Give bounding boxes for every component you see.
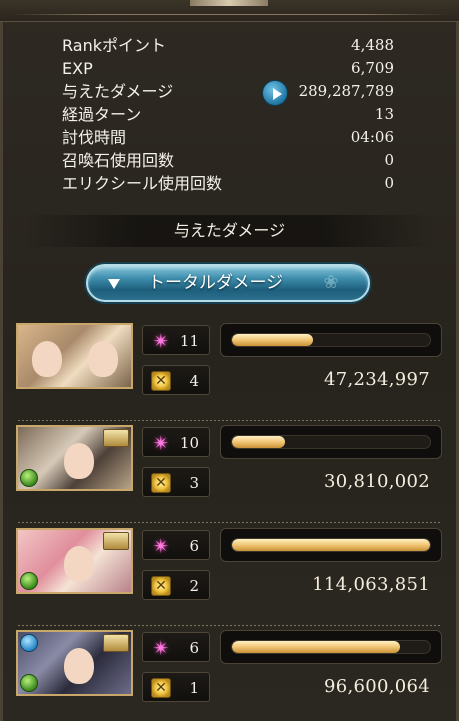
damage-bar-track [231, 538, 431, 552]
section-title: 与えたダメージ [0, 215, 459, 247]
ornament-line [10, 14, 449, 15]
damage-bar-fill [232, 436, 286, 448]
character-portrait[interactable] [16, 630, 133, 696]
stat-value: 6,709 [351, 59, 394, 77]
damage-bar-box [220, 528, 442, 562]
stat-row-summon: 召喚石使用回数 0 [62, 149, 394, 172]
character-portrait[interactable] [16, 528, 133, 594]
ougi-count-badge: ✕ 3 [142, 467, 210, 497]
ssr-badge-icon [103, 429, 129, 447]
sparkle-icon: ✴ [152, 636, 170, 660]
ougi-count: 1 [189, 679, 199, 697]
row-divider [18, 625, 440, 626]
row-divider [18, 420, 440, 421]
sparkle-icon: ✴ [152, 534, 170, 558]
stat-row-damage: 与えたダメージ 289,287,789 [62, 80, 394, 106]
stat-value: 4,488 [351, 36, 394, 54]
damage-bar-track [231, 640, 431, 654]
stat-row-elixir: エリクシール使用回数 0 [62, 172, 394, 195]
sparkle-count: 10 [179, 434, 199, 452]
ougi-icon: ✕ [151, 576, 171, 596]
portrait-face [64, 443, 94, 479]
stat-row-exp: EXP 6,709 [62, 57, 394, 80]
damage-bar-box [220, 630, 442, 664]
sparkle-count: 6 [189, 537, 199, 555]
ssr-badge-icon [103, 532, 129, 550]
damage-value: 114,063,851 [312, 574, 430, 595]
dropdown-triangle-icon [108, 279, 120, 289]
stat-label: Rankポイント [62, 36, 166, 55]
stat-row-turns: 経過ターン 13 [62, 103, 394, 126]
damage-value: 96,600,064 [323, 676, 430, 697]
ougi-count: 3 [189, 474, 199, 492]
top-ornament [0, 0, 459, 22]
damage-bar-track [231, 333, 431, 347]
member-row: ✴ 11 ✕ 4 47,234,997 [16, 323, 444, 421]
portrait-face [64, 546, 94, 582]
stat-label: 経過ターン [62, 105, 142, 124]
stat-row-rank: Rankポイント 4,488 [62, 34, 394, 57]
stat-label: EXP [62, 59, 93, 78]
ougi-icon: ✕ [151, 473, 171, 493]
damage-bar-fill [232, 334, 314, 346]
stat-value: 13 [374, 105, 394, 123]
stat-value: 0 [384, 151, 394, 169]
ougi-icon: ✕ [151, 371, 171, 391]
ougi-icon: ✕ [151, 678, 171, 698]
stat-value: 04:06 [350, 128, 394, 146]
stat-label: エリクシール使用回数 [62, 174, 223, 193]
ougi-count: 2 [189, 577, 199, 595]
member-row: ✴ 10 ✕ 3 30,810,002 [16, 425, 444, 523]
ring-icon [20, 634, 38, 652]
sparkle-icon: ✴ [152, 329, 170, 353]
stats-list: Rankポイント 4,488 EXP 6,709 与えたダメージ 289,287… [62, 34, 394, 195]
stat-value: 0 [384, 174, 394, 192]
damage-bar-box [220, 323, 442, 357]
portrait-face [88, 341, 118, 377]
sparkle-count-badge: ✴ 11 [142, 325, 210, 355]
ougi-count-badge: ✕ 2 [142, 570, 210, 600]
stat-value: 289,287,789 [298, 82, 394, 100]
total-damage-button[interactable]: トータルダメージ ❀ [86, 264, 370, 302]
damage-bar-track [231, 435, 431, 449]
sparkle-count: 6 [189, 639, 199, 657]
ougi-count: 4 [189, 372, 199, 390]
stat-label: 討伐時間 [62, 128, 127, 147]
ssr-badge-icon [103, 634, 129, 652]
character-portrait[interactable] [16, 425, 133, 491]
portrait-face [64, 648, 94, 684]
stat-label: 与えたダメージ [62, 82, 174, 101]
ougi-count-badge: ✕ 4 [142, 365, 210, 395]
sparkle-count: 11 [179, 332, 199, 350]
portrait-face [32, 341, 62, 377]
wind-element-icon [20, 469, 38, 487]
ougi-count-badge: ✕ 1 [142, 672, 210, 702]
sparkle-icon: ✴ [152, 431, 170, 455]
member-row: ✴ 6 ✕ 1 96,600,064 [16, 630, 444, 714]
sparkle-count-badge: ✴ 6 [142, 632, 210, 662]
character-portrait[interactable] [16, 323, 133, 389]
sparkle-count-badge: ✴ 6 [142, 530, 210, 560]
stat-row-time: 討伐時間 04:06 [62, 126, 394, 149]
damage-bar-fill [232, 539, 430, 551]
damage-bar-box [220, 425, 442, 459]
sparkle-count-badge: ✴ 10 [142, 427, 210, 457]
decoration-icon: ❀ [323, 272, 339, 293]
wind-element-icon [20, 572, 38, 590]
wind-element-icon [20, 674, 38, 692]
scroll-thumb[interactable] [190, 0, 268, 6]
damage-bar-fill [232, 641, 401, 653]
damage-value: 47,234,997 [323, 369, 430, 390]
member-row: ✴ 6 ✕ 2 114,063,851 [16, 528, 444, 626]
row-divider [18, 522, 440, 523]
damage-value: 30,810,002 [323, 471, 430, 492]
stat-label: 召喚石使用回数 [62, 151, 175, 170]
